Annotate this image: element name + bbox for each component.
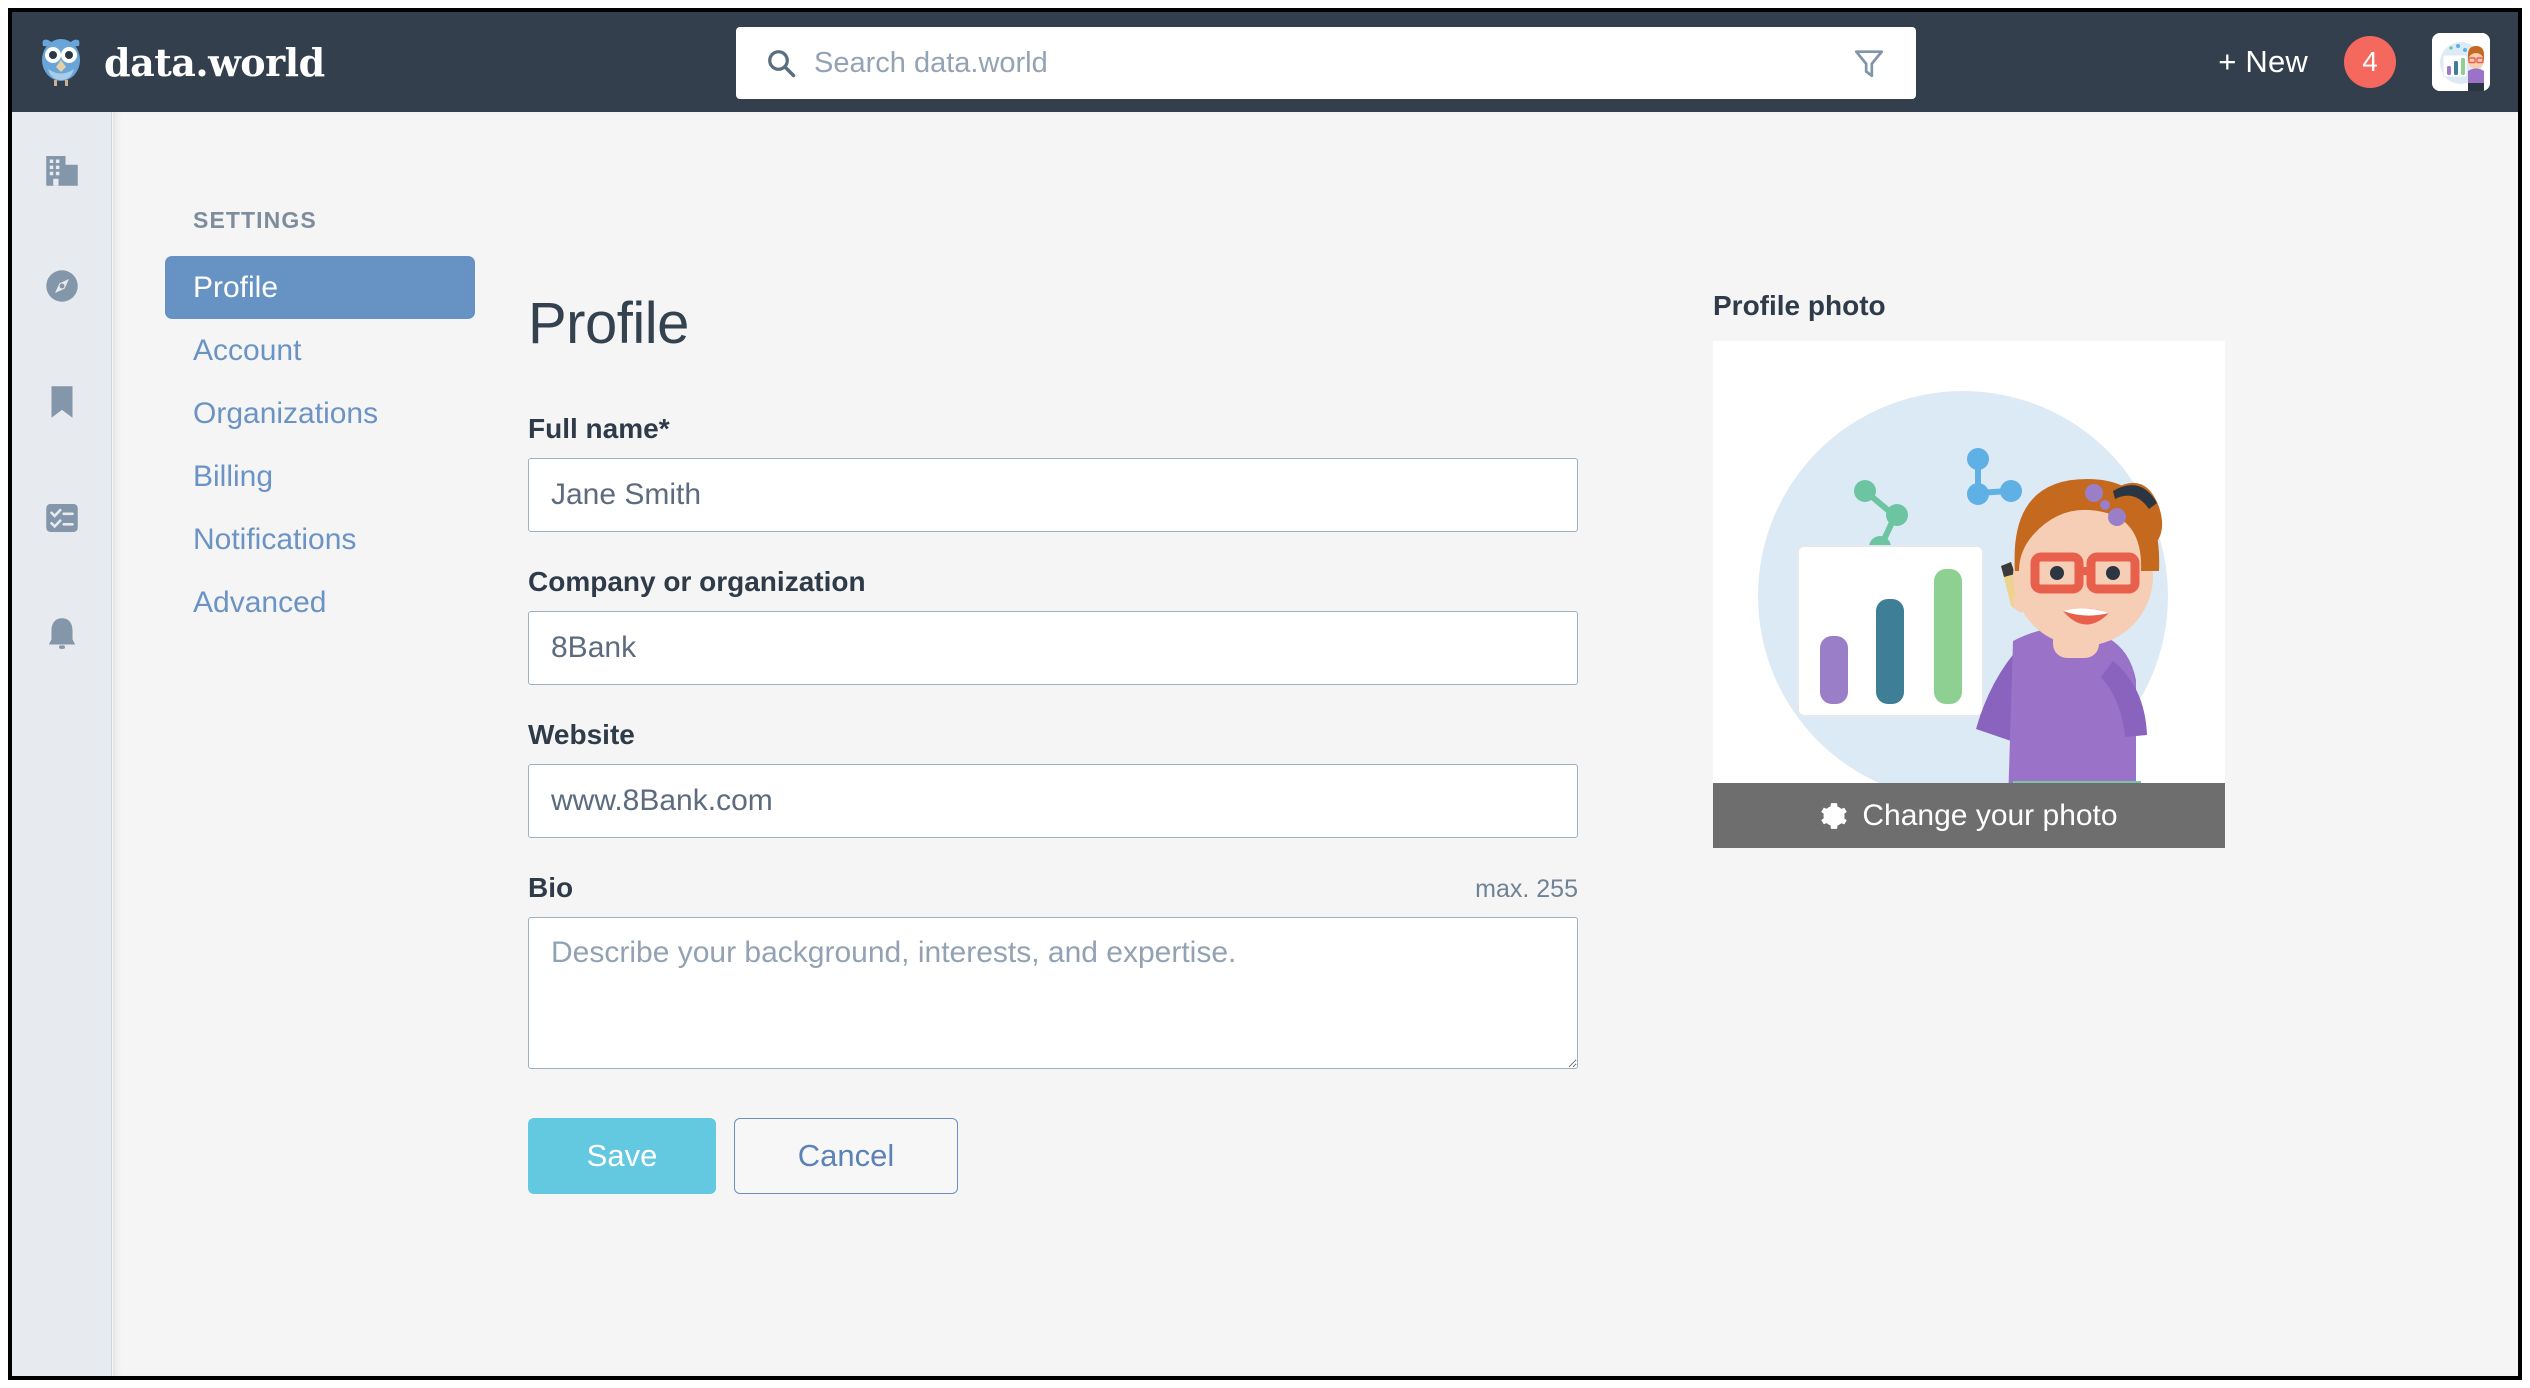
full-name-input[interactable] xyxy=(528,458,1578,532)
rail-item-notifications[interactable] xyxy=(12,576,112,692)
filter-funnel-icon[interactable] xyxy=(1852,46,1886,80)
brand-name: data.world xyxy=(104,39,325,85)
sidebar-item-account[interactable]: Account xyxy=(165,319,475,382)
sidebar-item-billing[interactable]: Billing xyxy=(165,445,475,508)
website-label: Website xyxy=(528,719,635,750)
building-icon xyxy=(46,156,78,186)
sidebar-item-profile[interactable]: Profile xyxy=(165,256,475,319)
field-website: Website xyxy=(528,719,1578,838)
settings-section-title: SETTINGS xyxy=(193,207,317,233)
rail-item-bookmarks[interactable] xyxy=(12,344,112,460)
left-icon-rail xyxy=(12,112,112,1376)
gear-icon xyxy=(1821,802,1848,829)
avatar[interactable] xyxy=(2432,33,2490,91)
search-input[interactable] xyxy=(814,46,1852,80)
page-title: Profile xyxy=(528,291,689,356)
profile-photo-label: Profile photo xyxy=(1713,290,1886,321)
app-window: data.world + New 4 xyxy=(8,8,2522,1380)
cancel-button[interactable]: Cancel xyxy=(734,1118,958,1194)
full-name-label: Full name* xyxy=(528,413,670,444)
field-bio: Bio max. 255 xyxy=(528,872,1578,1074)
search-icon xyxy=(768,50,796,78)
field-full-name: Full name* xyxy=(528,413,1578,532)
notification-badge[interactable]: 4 xyxy=(2344,36,2396,88)
bell-icon xyxy=(48,618,76,649)
owl-logo-icon xyxy=(42,39,80,86)
rail-item-organizations[interactable] xyxy=(12,112,112,228)
search-bar[interactable] xyxy=(736,27,1916,99)
company-input[interactable] xyxy=(528,611,1578,685)
change-photo-button[interactable]: Change your photo xyxy=(1713,783,2225,848)
form-actions: Save Cancel xyxy=(528,1118,1578,1194)
profile-photo-card[interactable]: Change your photo xyxy=(1713,341,2225,848)
profile-illustration xyxy=(1713,341,2225,848)
bio-max-hint: max. 255 xyxy=(1475,875,1578,903)
brand-logo[interactable]: data.world xyxy=(38,36,325,88)
field-company: Company or organization xyxy=(528,566,1578,685)
profile-photo-panel: Profile photo Change your photo xyxy=(1713,290,2225,848)
bio-label: Bio xyxy=(528,872,574,903)
checklist-icon xyxy=(46,504,78,532)
header-right-actions: + New 4 xyxy=(2218,12,2490,112)
website-input[interactable] xyxy=(528,764,1578,838)
sidebar-item-notifications[interactable]: Notifications xyxy=(165,508,475,571)
save-button[interactable]: Save xyxy=(528,1118,716,1194)
bio-textarea[interactable] xyxy=(528,917,1578,1069)
settings-sidebar: SETTINGS Profile Account Organizations B… xyxy=(165,207,475,634)
new-button[interactable]: + New xyxy=(2218,44,2308,80)
main-content: SETTINGS Profile Account Organizations B… xyxy=(113,112,2518,1376)
sidebar-item-advanced[interactable]: Advanced xyxy=(165,571,475,634)
profile-form: Profile Full name* Company or organizati… xyxy=(528,290,1578,1194)
rail-item-explore[interactable] xyxy=(12,228,112,344)
compass-icon xyxy=(46,270,78,302)
rail-item-projects[interactable] xyxy=(12,460,112,576)
sidebar-item-organizations[interactable]: Organizations xyxy=(165,382,475,445)
change-photo-label: Change your photo xyxy=(1862,798,2118,832)
company-label: Company or organization xyxy=(528,566,866,597)
top-header-bar: data.world + New 4 xyxy=(12,12,2518,112)
bookmark-icon xyxy=(51,386,73,418)
